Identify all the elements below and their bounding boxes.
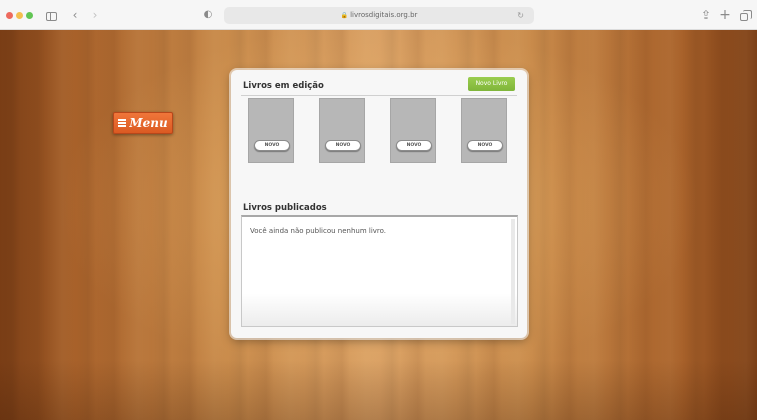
- share-icon[interactable]: ⇪: [700, 7, 712, 23]
- url-text: livrosdigitais.org.br: [350, 11, 418, 19]
- published-books-list: Você ainda não publicou nenhum livro.: [241, 215, 518, 327]
- back-arrow-icon[interactable]: ‹: [70, 7, 80, 23]
- book-placeholder[interactable]: NOVO: [248, 98, 294, 163]
- books-panel: Livros em edição Novo Livro NOVO NOVO NO…: [231, 70, 527, 338]
- editing-section-title: Livros em edição: [243, 81, 324, 91]
- address-bar[interactable]: 🔒 livrosdigitais.org.br ↻: [224, 7, 534, 24]
- menu-button[interactable]: Menu: [113, 112, 173, 134]
- browser-toolbar: ‹ › ◐ 🔒 livrosdigitais.org.br ↻ ⇪ +: [0, 0, 757, 30]
- new-badge-button[interactable]: NOVO: [325, 140, 361, 151]
- empty-state-message: Você ainda não publicou nenhum livro.: [250, 227, 387, 235]
- new-badge-button[interactable]: NOVO: [254, 140, 290, 151]
- published-section-title: Livros publicados: [243, 203, 327, 213]
- zoom-window-icon[interactable]: [26, 12, 33, 19]
- book-placeholder[interactable]: NOVO: [461, 98, 507, 163]
- privacy-shield-icon[interactable]: ◐: [202, 7, 214, 23]
- forward-arrow-icon[interactable]: ›: [90, 7, 100, 23]
- new-badge-button[interactable]: NOVO: [467, 140, 503, 151]
- divider: [241, 95, 517, 96]
- reload-icon[interactable]: ↻: [517, 7, 524, 24]
- list-scrollbar[interactable]: [511, 219, 515, 324]
- new-tab-icon[interactable]: +: [719, 7, 731, 23]
- menu-label: Menu: [129, 116, 168, 130]
- hamburger-icon: [118, 118, 127, 128]
- new-badge-button[interactable]: NOVO: [396, 140, 432, 151]
- book-placeholder[interactable]: NOVO: [390, 98, 436, 163]
- minimize-window-icon[interactable]: [16, 12, 23, 19]
- tab-overview-icon[interactable]: [738, 7, 752, 23]
- sidebar-toggle-icon[interactable]: [44, 7, 58, 23]
- close-window-icon[interactable]: [6, 12, 13, 19]
- new-book-button[interactable]: Novo Livro: [468, 77, 515, 91]
- book-placeholder[interactable]: NOVO: [319, 98, 365, 163]
- lock-icon: 🔒: [340, 12, 349, 19]
